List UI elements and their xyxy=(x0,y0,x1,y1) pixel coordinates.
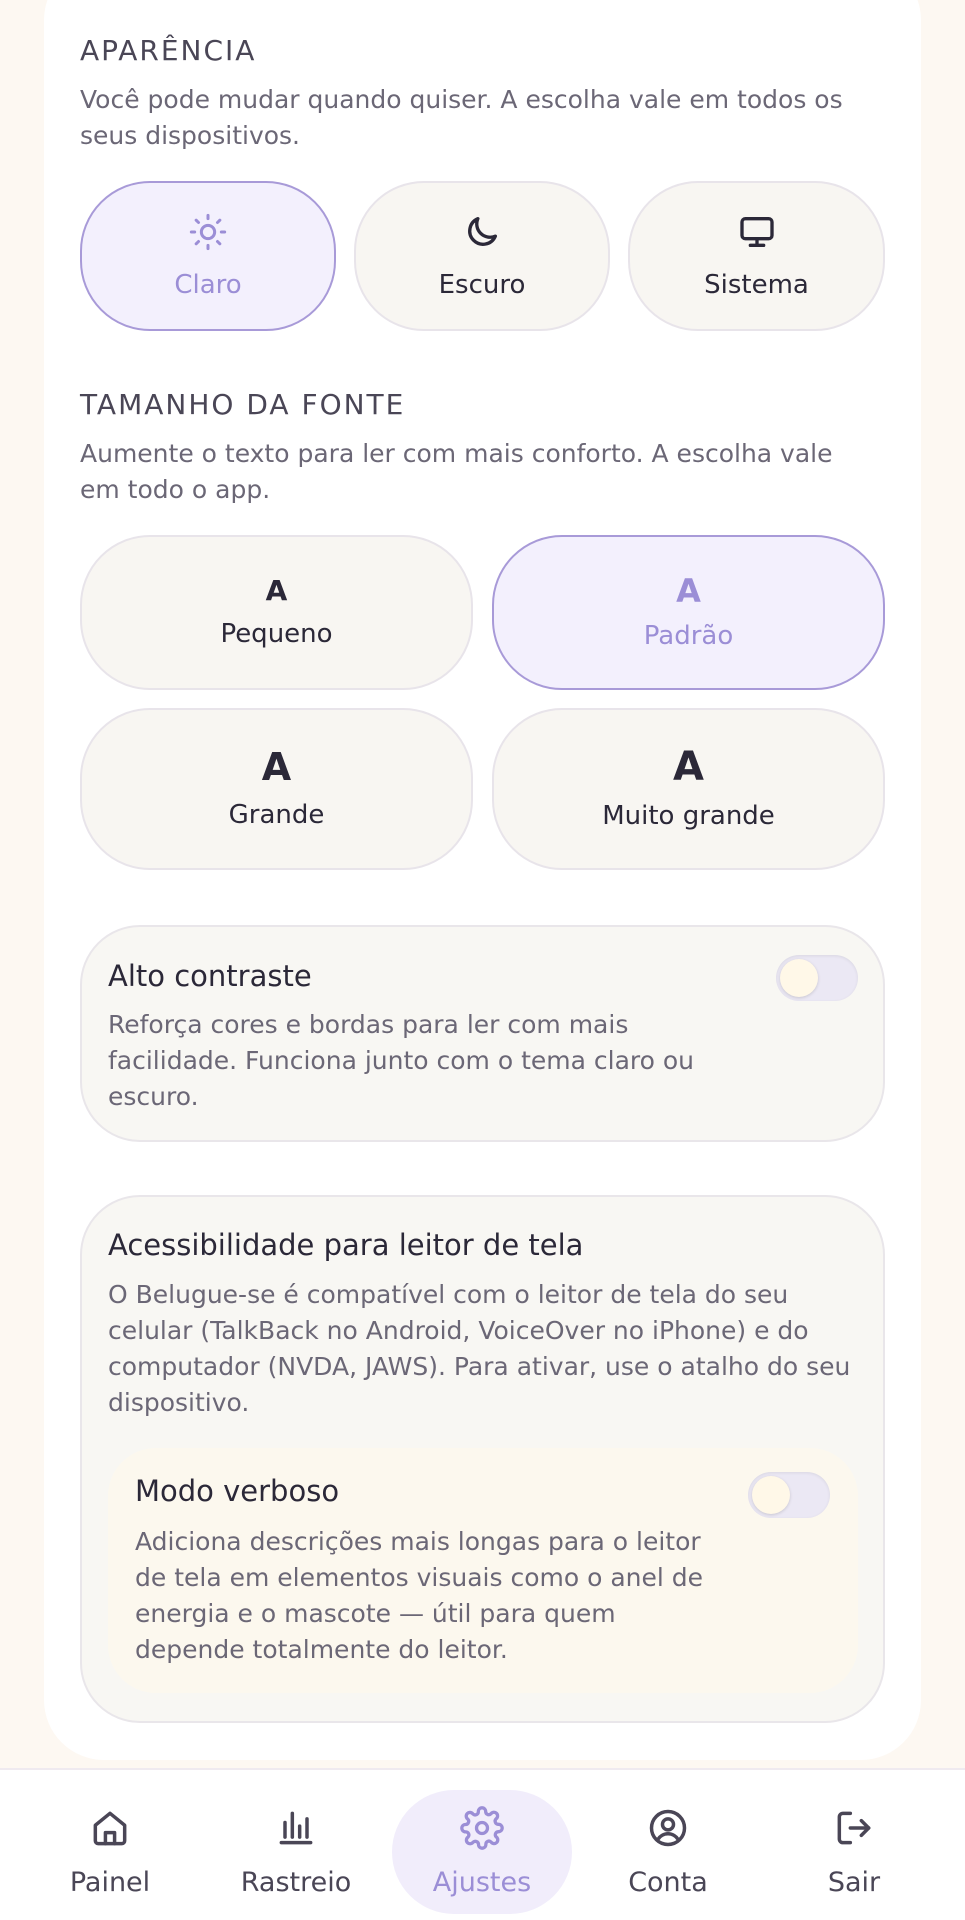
font-size-option-label: Muito grande xyxy=(602,801,775,831)
verbose-mode-panel: Modo verboso Adiciona descrições mais lo… xyxy=(108,1448,858,1693)
nav-item-painel[interactable]: Painel xyxy=(20,1790,200,1914)
font-size-option-large[interactable]: A Grande xyxy=(80,708,473,870)
appearance-title: APARÊNCIA xyxy=(80,34,257,67)
verbose-mode-toggle[interactable] xyxy=(748,1472,830,1518)
bottom-navigation: Painel Rastreio Ajustes Conta Sair xyxy=(0,1768,965,1920)
nav-item-label: Conta xyxy=(628,1867,708,1898)
user-circle-icon xyxy=(646,1806,690,1867)
high-contrast-title: Alto contraste xyxy=(108,959,312,993)
theme-option-light[interactable]: Claro xyxy=(80,181,336,331)
font-size-option-default[interactable]: A Padrão xyxy=(492,535,885,690)
moon-icon xyxy=(462,212,502,256)
theme-option-label: Claro xyxy=(174,270,242,300)
toggle-knob xyxy=(752,1476,790,1514)
screen-reader-title: Acessibilidade para leitor de tela xyxy=(108,1228,584,1262)
theme-option-label: Escuro xyxy=(438,270,526,300)
font-size-description: Aumente o texto para ler com mais confor… xyxy=(80,439,833,504)
nav-item-label: Sair xyxy=(827,1867,881,1898)
nav-item-rastreio[interactable]: Rastreio xyxy=(206,1790,386,1914)
nav-item-label: Rastreio xyxy=(240,1867,352,1898)
font-size-option-label: Padrão xyxy=(643,620,734,651)
nav-item-label: Painel xyxy=(69,1867,151,1898)
nav-item-sair[interactable]: Sair xyxy=(764,1790,944,1914)
logout-icon xyxy=(832,1806,876,1867)
sun-icon xyxy=(188,212,228,256)
theme-option-dark[interactable]: Escuro xyxy=(354,181,610,331)
home-icon xyxy=(88,1806,132,1867)
font-size-option-label: Grande xyxy=(228,800,325,830)
font-size-option-small[interactable]: A Pequeno xyxy=(80,535,473,690)
font-size-glyph: A xyxy=(673,744,704,790)
verbose-mode-title: Modo verboso xyxy=(135,1474,340,1508)
nav-item-ajustes[interactable]: Ajustes xyxy=(392,1790,572,1914)
high-contrast-description: Reforça cores e bordas para ler com mais… xyxy=(108,1010,695,1111)
font-size-glyph: A xyxy=(676,571,701,610)
bar-chart-icon xyxy=(274,1806,318,1867)
high-contrast-panel: Alto contraste Reforça cores e bordas pa… xyxy=(80,925,885,1142)
font-size-glyph: A xyxy=(265,573,288,607)
nav-item-label: Ajustes xyxy=(432,1867,532,1898)
high-contrast-toggle[interactable] xyxy=(776,955,858,1001)
screen-reader-description: O Belugue-se é compatível com o leitor d… xyxy=(108,1280,851,1417)
nav-item-conta[interactable]: Conta xyxy=(578,1790,758,1914)
font-size-option-extra-large[interactable]: A Muito grande xyxy=(492,708,885,870)
gear-icon xyxy=(460,1806,504,1867)
theme-option-label: Sistema xyxy=(704,270,809,300)
font-size-title: TAMANHO DA FONTE xyxy=(80,388,406,421)
appearance-description: Você pode mudar quando quiser. A escolha… xyxy=(80,85,843,150)
monitor-icon xyxy=(736,212,778,256)
theme-option-system[interactable]: Sistema xyxy=(628,181,885,331)
font-size-option-label: Pequeno xyxy=(220,618,333,649)
verbose-mode-description: Adiciona descrições mais longas para o l… xyxy=(135,1527,704,1664)
toggle-knob xyxy=(780,959,818,997)
font-size-glyph: A xyxy=(261,745,292,789)
